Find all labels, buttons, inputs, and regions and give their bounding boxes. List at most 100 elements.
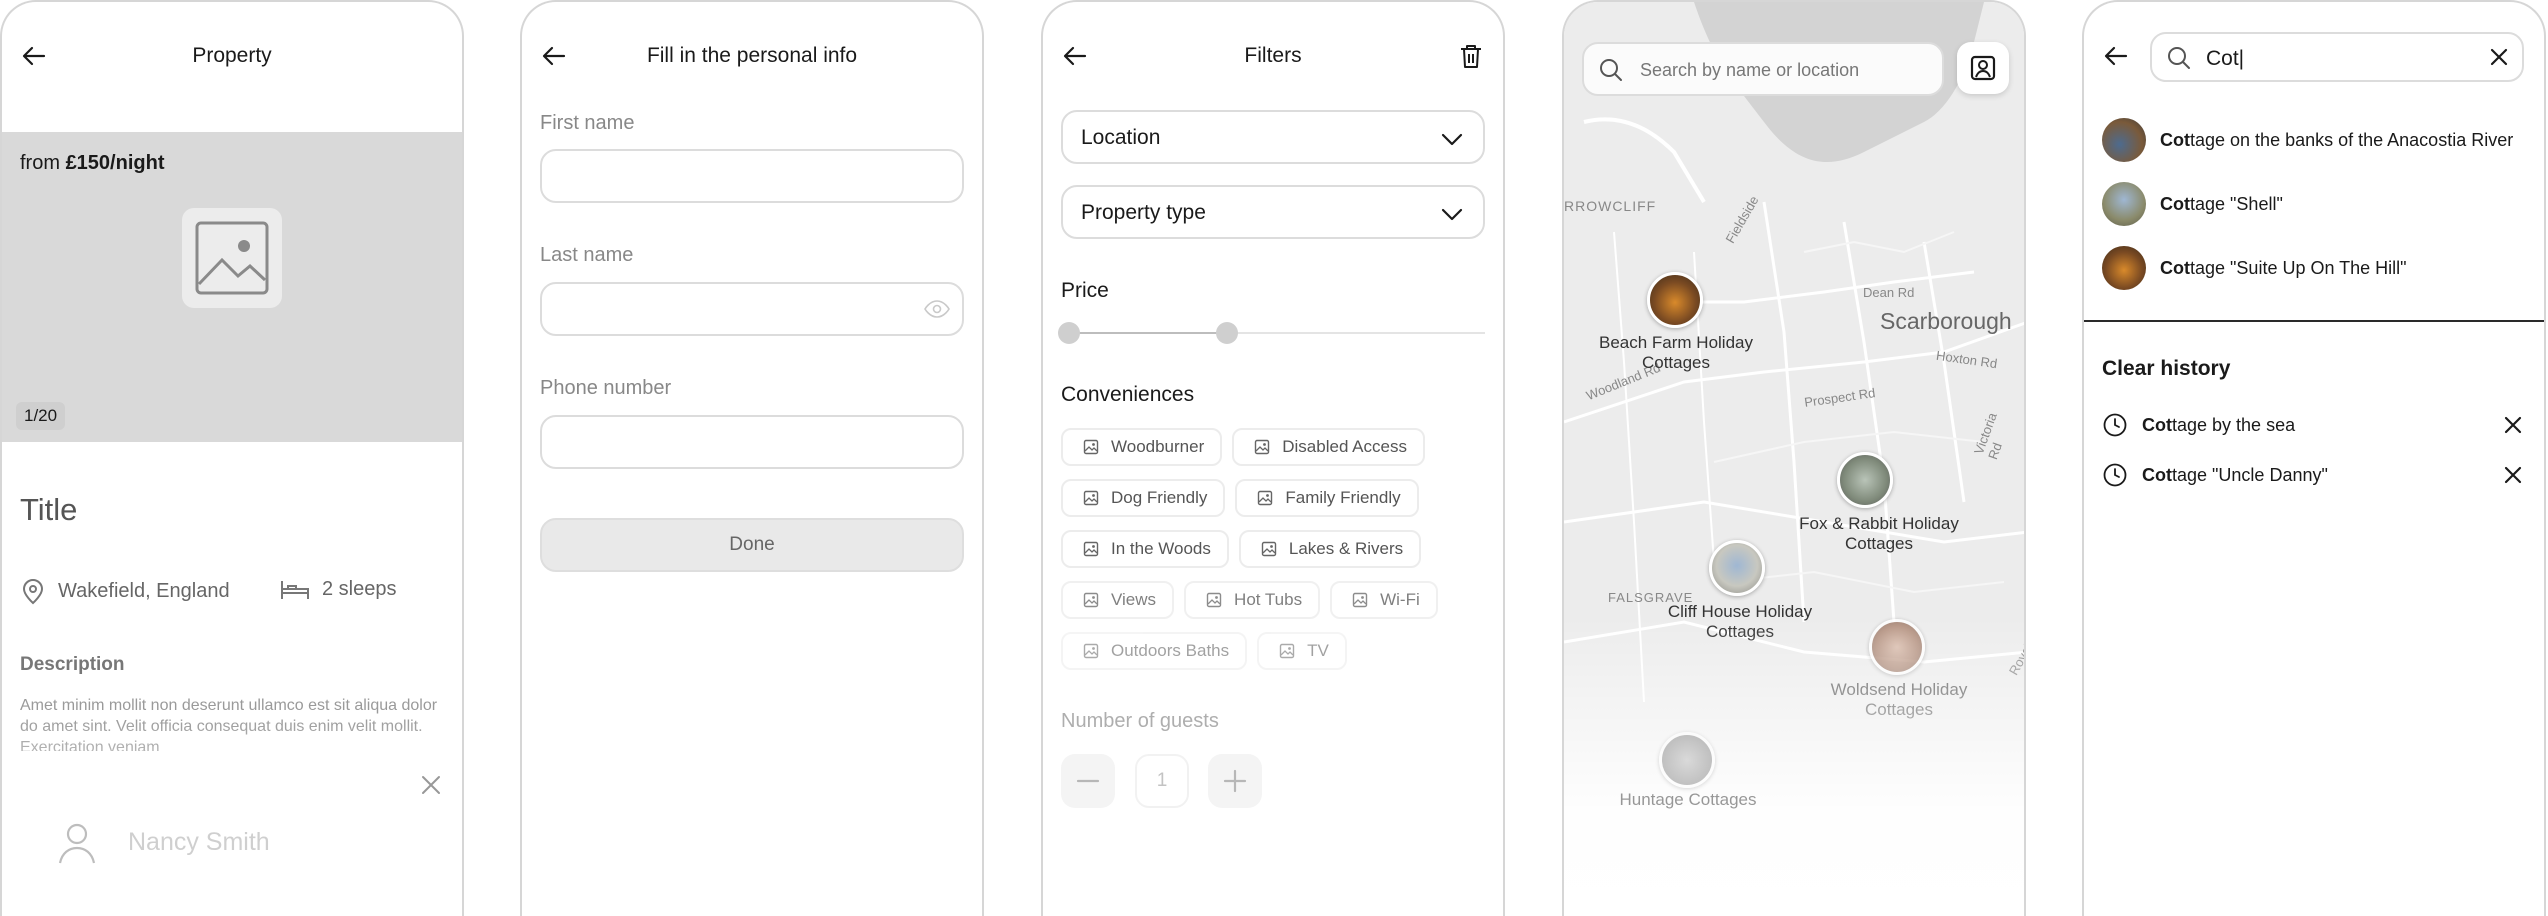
- convenience-chip[interactable]: Disabled Access: [1232, 428, 1425, 466]
- page-title: Filters: [1244, 44, 1302, 67]
- map-pin-label: Beach Farm Holiday Cottages: [1598, 333, 1753, 372]
- personal-info-screen: Fill in the personal info First name Las…: [520, 0, 984, 916]
- last-name-field[interactable]: [540, 282, 964, 336]
- map-pin-label: Woldsend Holiday Cottages: [1830, 680, 1968, 719]
- map-pin-huntage[interactable]: [1659, 732, 1715, 788]
- divider: [2084, 320, 2544, 322]
- chevron-down-icon: [1441, 133, 1463, 146]
- convenience-chip[interactable]: Outdoors Baths: [1061, 632, 1248, 670]
- plus-icon: [1223, 769, 1247, 793]
- bottom-fade: [1043, 716, 1503, 916]
- location-text: Wakefield, England: [58, 579, 230, 602]
- price-slider-range: [1069, 332, 1228, 334]
- price-label: from £150/night: [20, 152, 165, 174]
- clear-history-button[interactable]: Clear history: [2102, 357, 2230, 381]
- personal-info-header: Fill in the personal info: [522, 30, 982, 82]
- map-search-input[interactable]: Search by name or location: [1582, 42, 1944, 96]
- map-pin-label: Huntage Cottages: [1619, 790, 1757, 809]
- property-type-dropdown[interactable]: Property type: [1061, 185, 1485, 239]
- user-avatar-icon: [58, 823, 96, 864]
- filters-screen: Filters Location Property type Price Con…: [1041, 0, 1505, 916]
- result-text: Cottage on the banks of the Anacostia Ri…: [2160, 129, 2514, 150]
- host-name: Nancy Smith: [128, 827, 270, 856]
- price-max-handle[interactable]: [1216, 322, 1239, 344]
- decrement-button[interactable]: [1061, 754, 1115, 808]
- image-placeholder-icon: [182, 208, 282, 308]
- guests-label: Number of guests: [1061, 710, 1219, 732]
- map-screen: RROWCLIFF Fieldside Scarborough Dean Rd …: [1562, 0, 2026, 916]
- chip-row: Outdoors Baths TV: [1061, 632, 1485, 670]
- result-text: Cottage "Shell": [2160, 193, 2283, 214]
- location-dropdown[interactable]: Location: [1061, 110, 1485, 164]
- image-icon: [1083, 490, 1099, 506]
- map-pin-label: Fox & Rabbit Holiday Cottages: [1799, 514, 1959, 553]
- location-dropdown-label: Location: [1081, 126, 1161, 149]
- clock-icon: [2103, 463, 2127, 487]
- search-result[interactable]: Cottage on the banks of the Anacostia Ri…: [2102, 118, 2513, 162]
- trash-icon[interactable]: [1457, 42, 1485, 70]
- search-result[interactable]: Cottage "Shell": [2102, 182, 2283, 226]
- minus-icon: [1076, 779, 1100, 783]
- map-pin-fox-rabbit[interactable]: [1837, 452, 1893, 508]
- close-icon[interactable]: [2486, 44, 2512, 70]
- convenience-chip-label: Wi-Fi: [1380, 590, 1420, 609]
- convenience-chip-label: TV: [1307, 641, 1329, 660]
- convenience-chip[interactable]: Dog Friendly: [1061, 479, 1226, 517]
- convenience-chip[interactable]: Hot Tubs: [1184, 581, 1321, 619]
- description-heading: Description: [20, 654, 125, 675]
- convenience-chip[interactable]: Views: [1061, 581, 1175, 619]
- image-icon: [1083, 541, 1099, 557]
- map-pin-cliff-house[interactable]: [1709, 540, 1765, 596]
- chevron-down-icon: [1441, 208, 1463, 221]
- page-title: Property: [192, 44, 272, 67]
- convenience-chip-label: Views: [1111, 590, 1157, 609]
- image-icon: [1083, 439, 1099, 455]
- convenience-chip[interactable]: Lakes & Rivers: [1238, 530, 1422, 568]
- remove-history-icon[interactable]: [2500, 412, 2526, 438]
- result-text: Cottage "Suite Up On The Hill": [2160, 257, 2407, 278]
- convenience-chip[interactable]: Woodburner: [1061, 428, 1223, 466]
- property-screen: Property from £150/night 1/20 Title Wake…: [0, 0, 464, 916]
- chip-row: Woodburner Disabled Access: [1061, 428, 1485, 466]
- map-pin-woldsend[interactable]: [1869, 619, 1925, 675]
- search-icon: [2168, 47, 2190, 69]
- convenience-chip[interactable]: Wi-Fi: [1330, 581, 1438, 619]
- remove-history-icon[interactable]: [2500, 462, 2526, 488]
- image-icon: [1352, 592, 1368, 608]
- convenience-chip-label: Outdoors Baths: [1111, 641, 1230, 660]
- history-item[interactable]: Cottage "Uncle Danny": [2102, 462, 2328, 488]
- map-pin-beach-farm[interactable]: [1647, 272, 1703, 328]
- back-arrow-icon[interactable]: [2102, 42, 2130, 70]
- history-item[interactable]: Cottage by the sea: [2102, 412, 2295, 438]
- convenience-chip[interactable]: TV: [1257, 632, 1347, 670]
- search-input[interactable]: Cot|: [2150, 32, 2524, 82]
- increment-button[interactable]: [1208, 754, 1262, 808]
- profile-button[interactable]: [1957, 42, 2009, 94]
- image-icon: [1279, 643, 1295, 659]
- conveniences-chips: Woodburner Disabled Access Dog Friendly Fam…: [1061, 428, 1485, 683]
- bed-icon: [281, 581, 309, 599]
- image-icon: [1206, 592, 1222, 608]
- phone-number-field[interactable]: [540, 415, 964, 469]
- price-min-handle[interactable]: [1058, 322, 1080, 344]
- map-city-label: Scarborough: [1880, 308, 2012, 334]
- profile-icon: [1970, 55, 1996, 81]
- close-icon[interactable]: [416, 770, 446, 800]
- done-button[interactable]: Done: [540, 518, 964, 572]
- first-name-field[interactable]: [540, 149, 964, 203]
- property-type-dropdown-label: Property type: [1081, 201, 1206, 224]
- map-view[interactable]: [1564, 2, 2024, 916]
- last-name-label: Last name: [540, 244, 634, 266]
- eye-icon[interactable]: [924, 298, 950, 320]
- map-road-label: Dean Rd: [1863, 285, 1915, 300]
- map-pin-label: Cliff House Holiday Cottages: [1667, 602, 1813, 641]
- host-row[interactable]: Nancy Smith: [52, 817, 270, 867]
- convenience-chip-label: Disabled Access: [1282, 437, 1407, 456]
- convenience-chip[interactable]: In the Woods: [1061, 530, 1229, 568]
- search-result[interactable]: Cottage "Suite Up On The Hill": [2102, 246, 2407, 290]
- guests-count: 1: [1135, 754, 1189, 808]
- clock-icon: [2103, 413, 2127, 437]
- convenience-chip[interactable]: Family Friendly: [1235, 479, 1419, 517]
- history-text: Cottage "Uncle Danny": [2142, 464, 2328, 485]
- property-photo-gallery[interactable]: from £150/night 1/20: [2, 132, 462, 442]
